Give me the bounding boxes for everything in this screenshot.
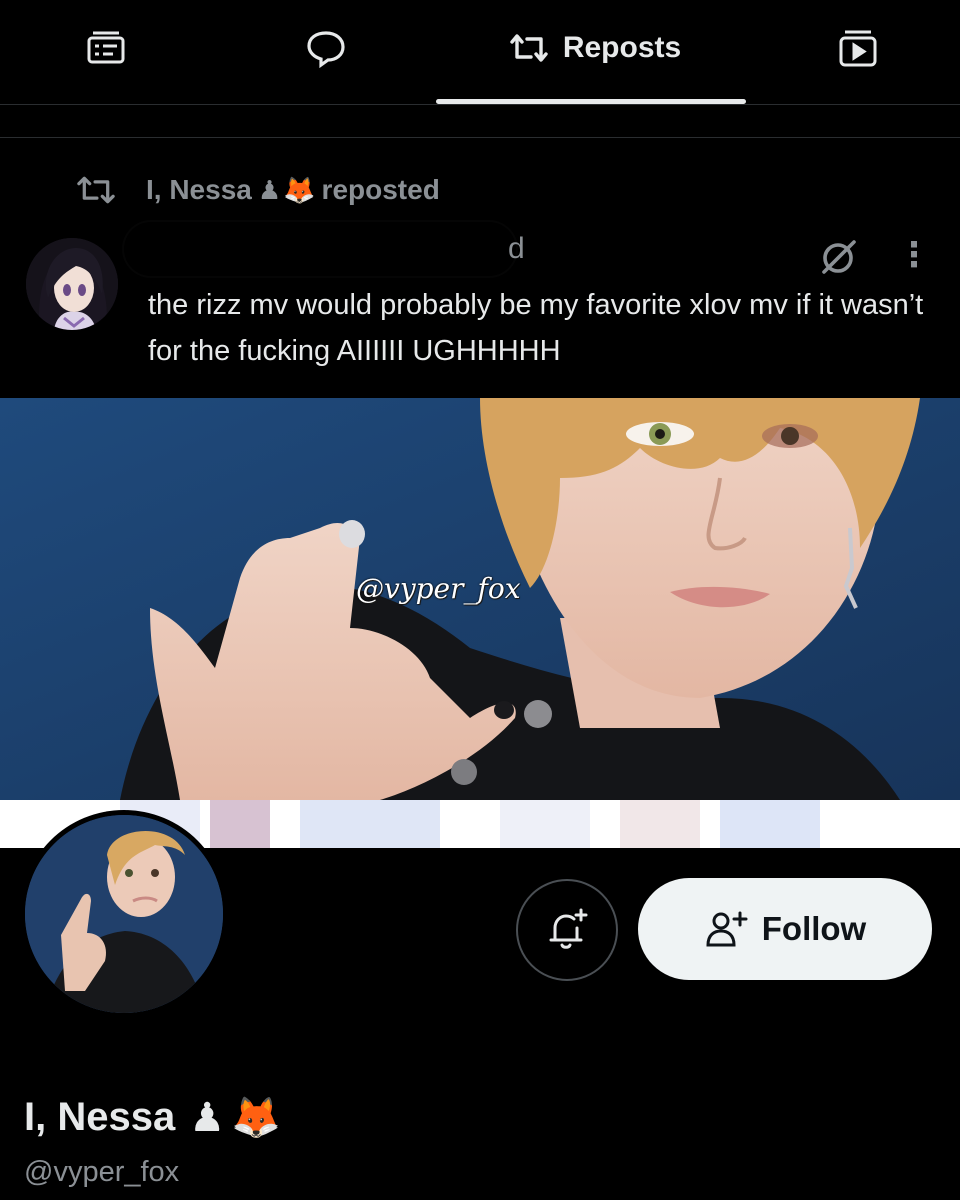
- anime-avatar-image: [26, 238, 118, 330]
- bell-plus-icon: [549, 908, 588, 949]
- notifications-button[interactable]: [516, 879, 618, 981]
- highlights-icon: [87, 31, 125, 64]
- follow-button[interactable]: Follow: [638, 878, 932, 980]
- tab-divider: [0, 104, 960, 105]
- chess-pawn-emoji: ♟: [257, 174, 282, 205]
- grok-icon[interactable]: [818, 236, 860, 278]
- tweet-author-avatar[interactable]: [26, 238, 118, 330]
- follow-button-label: Follow: [761, 910, 867, 947]
- more-options-icon[interactable]: ⋮: [896, 236, 932, 276]
- fox-emoji: 🦊: [283, 174, 316, 205]
- display-name-text: I, Nessa: [24, 1095, 176, 1139]
- repost-user-name: I, Nessa: [146, 174, 252, 205]
- tab-reposts[interactable]: Reposts: [494, 18, 694, 78]
- video-icon: [839, 30, 877, 67]
- fox-emoji: 🦊: [231, 1096, 281, 1140]
- tab-replies[interactable]: [296, 18, 356, 78]
- repost-indicator-icon: [77, 176, 115, 204]
- tab-reposts-label: Reposts: [562, 31, 682, 64]
- repost-action: reposted: [321, 174, 440, 205]
- profile-avatar[interactable]: [20, 810, 228, 1018]
- profile-display-name: I, Nessa ♟ 🦊: [24, 1094, 281, 1141]
- tweet-timestamp: d: [508, 232, 525, 265]
- media-watermark: @vyper_fox: [356, 572, 521, 605]
- tab-highlights[interactable]: [76, 18, 136, 78]
- redacted-name-bar: [124, 222, 516, 276]
- section-divider: [0, 137, 960, 138]
- tweet-text: the rizz mv would probably be my favorit…: [148, 289, 924, 367]
- profile-avatar-image: [25, 815, 223, 1013]
- replies-icon: [307, 31, 345, 69]
- profile-handle: @vyper_fox: [24, 1156, 180, 1188]
- repost-icon: [510, 34, 548, 62]
- repost-header[interactable]: I, Nessa ♟ 🦊 reposted: [76, 168, 440, 212]
- tab-videos[interactable]: [830, 18, 886, 78]
- chess-pawn-emoji: ♟: [189, 1095, 226, 1140]
- profile-tab-bar: Reposts: [0, 0, 960, 106]
- add-person-icon: [706, 911, 748, 947]
